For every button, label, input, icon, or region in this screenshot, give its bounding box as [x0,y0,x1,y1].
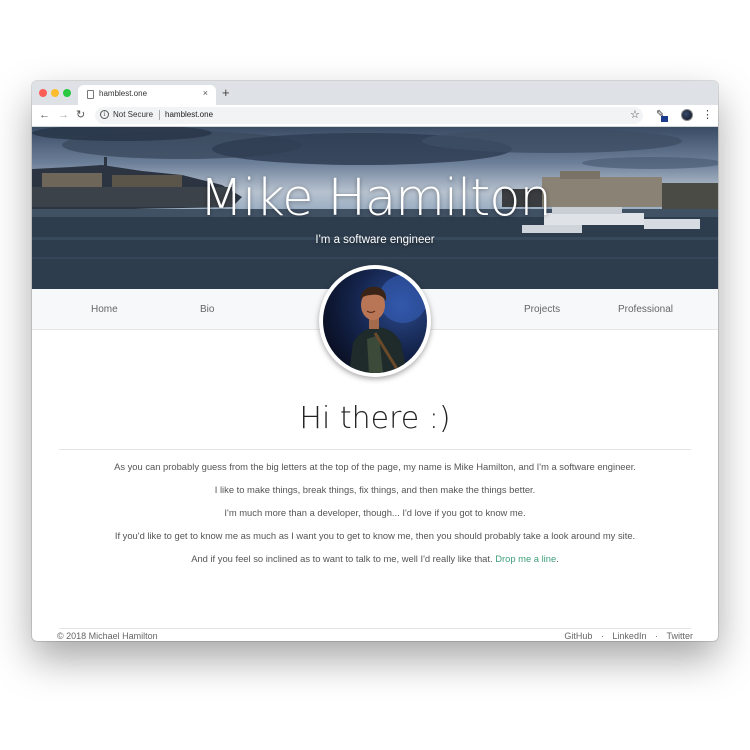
footer-divider [59,628,691,629]
zoom-window-button[interactable] [63,89,71,97]
page-icon [87,90,94,99]
content-divider [59,449,691,450]
tab-title: hamblest.one [99,89,148,98]
contact-paragraph: And if you feel so inclined as to want t… [32,553,718,564]
intro-paragraph: I'm much more than a developer, though..… [224,507,526,518]
info-icon[interactable]: i [100,110,109,119]
tab-strip: hamblest.one × + [32,81,718,105]
bookmark-star-icon[interactable]: ☆ [630,108,640,122]
footer-copyright: © 2018 Michael Hamilton [57,631,158,641]
extension-badge [661,116,668,122]
intro-paragraph: If you'd like to get to know me as much … [114,530,636,541]
hero-subtitle: I'm a software engineer [315,234,435,246]
footer-links: GitHub · LinkedIn · Twitter [564,631,693,641]
close-window-button[interactable] [39,89,47,97]
address-bar[interactable]: i Not Secure hamblest.one [95,107,643,124]
footer-separator: · [600,631,604,641]
person-portrait-graphic [349,275,427,373]
profile-photo-image [323,269,427,373]
browser-menu-icon[interactable]: ⋮ [702,108,713,122]
intro-paragraph: As you can probably guess from the big l… [114,461,636,472]
url-text[interactable]: hamblest.one [165,110,213,119]
reload-icon[interactable]: ↻ [76,108,85,122]
back-arrow-icon[interactable]: ← [39,108,50,122]
browser-toolbar: ← → ↻ i Not Secure hamblest.one ☆ ✎ ⋮ [32,105,718,127]
contact-paragraph-end: . [556,553,559,564]
browser-window: hamblest.one × + ← → ↻ i Not Secure hamb… [32,81,718,641]
browser-tab[interactable]: hamblest.one × [78,85,216,105]
nav-item-home[interactable]: Home [91,304,118,315]
tab-close-icon[interactable]: × [203,88,208,98]
greeting-heading: Hi there :) [299,401,451,436]
footer-link-linkedin[interactable]: LinkedIn [612,631,646,641]
contact-paragraph-text: And if you feel so inclined as to want t… [191,553,496,564]
hero-name-heading: Mike Hamilton [199,169,552,228]
drop-me-a-line-link[interactable]: Drop me a line [495,553,556,564]
footer-link-github[interactable]: GitHub [564,631,592,641]
nav-item-professional[interactable]: Professional [618,304,673,315]
extension-icon[interactable]: ✎ [656,110,668,122]
footer-link-twitter[interactable]: Twitter [666,631,693,641]
nav-item-bio[interactable]: Bio [200,304,214,315]
forward-arrow-icon[interactable]: → [58,108,69,122]
new-tab-button[interactable]: + [222,85,230,101]
footer-separator: · [654,631,658,641]
security-status[interactable]: Not Secure [113,110,153,119]
minimize-window-button[interactable] [51,89,59,97]
profile-avatar-icon[interactable] [681,109,693,121]
profile-photo [319,265,431,377]
nav-item-projects[interactable]: Projects [524,304,560,315]
intro-paragraph: I like to make things, break things, fix… [214,484,536,495]
address-separator [159,110,160,120]
